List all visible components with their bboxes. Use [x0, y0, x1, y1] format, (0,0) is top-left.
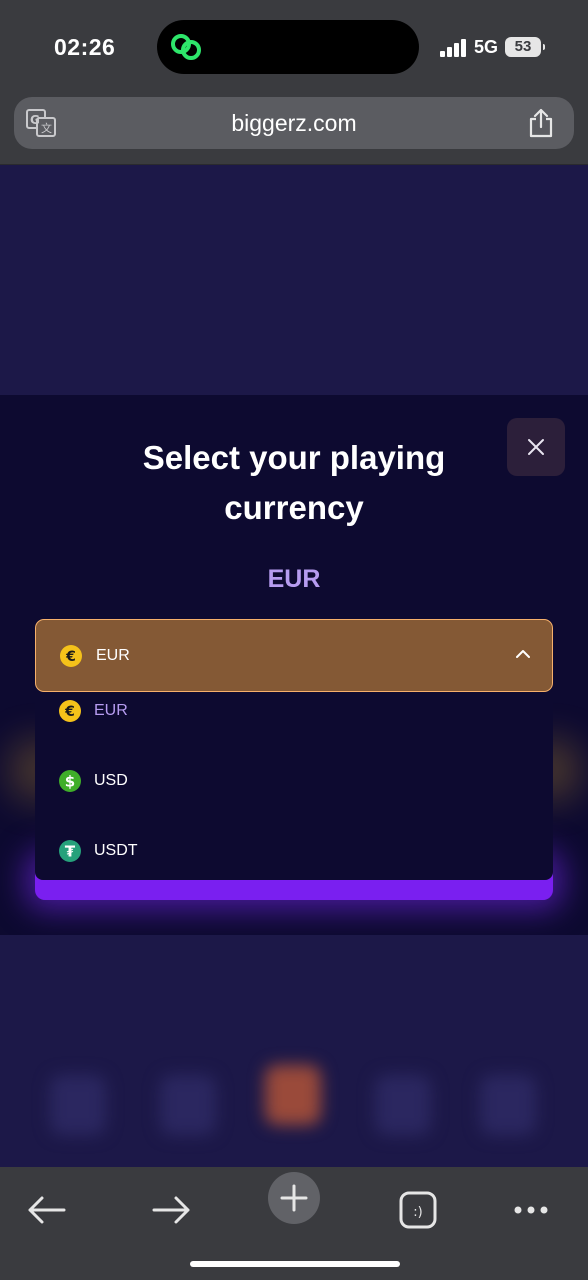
status-bar: 02:26 5G 53	[0, 0, 588, 95]
option-label: USD	[94, 772, 128, 789]
blurred-nav-item	[375, 1075, 431, 1135]
option-usdt[interactable]: ₮ USDT	[35, 826, 553, 880]
svg-text:$: $	[65, 773, 75, 791]
blurred-nav-item	[480, 1075, 536, 1135]
euro-coin-icon: €	[59, 700, 81, 722]
blurred-nav-item	[50, 1075, 106, 1135]
back-arrow-icon[interactable]	[22, 1179, 72, 1239]
plus-icon	[280, 1184, 308, 1212]
browser-address-area: G 文 biggerz.com	[0, 95, 588, 165]
option-eur[interactable]: € EUR	[35, 692, 553, 746]
svg-text::): :)	[413, 1205, 422, 1220]
new-tab-button[interactable]	[268, 1172, 320, 1224]
url-text: biggerz.com	[231, 110, 357, 136]
share-icon[interactable]	[528, 108, 554, 138]
page-backdrop-bottom	[0, 935, 588, 1167]
option-usd[interactable]: $ USD	[35, 756, 553, 816]
address-bar[interactable]: G 文 biggerz.com	[14, 97, 574, 149]
svg-text:₮: ₮	[65, 843, 76, 861]
euro-coin-icon: €	[60, 645, 82, 667]
chevron-up-icon	[516, 650, 530, 658]
currency-options: € EUR $ USD ₮ USDT	[35, 692, 553, 880]
option-label: USDT	[94, 842, 138, 859]
dollar-coin-icon: $	[59, 770, 81, 792]
svg-text:€: €	[65, 649, 76, 665]
tether-coin-icon: ₮	[59, 840, 81, 862]
battery-level: 53	[505, 37, 545, 57]
option-label: EUR	[94, 702, 128, 719]
home-indicator	[190, 1261, 400, 1267]
blurred-nav-item	[160, 1075, 216, 1135]
forward-arrow-icon[interactable]	[146, 1179, 196, 1239]
page-backdrop-top	[0, 165, 588, 395]
more-icon[interactable]	[506, 1179, 556, 1239]
svg-text:€: €	[64, 704, 75, 720]
signal-icon	[440, 39, 468, 57]
modal-title: Select your playing currency	[142, 439, 446, 526]
browser-toolbar: :)	[0, 1167, 588, 1280]
selected-currency-label: EUR	[267, 565, 321, 593]
link-icon	[171, 34, 201, 60]
network-type: 5G	[474, 37, 499, 57]
currency-select[interactable]: € EUR	[35, 619, 553, 692]
currency-select-value: EUR	[96, 647, 130, 664]
tabs-icon[interactable]: :)	[393, 1179, 443, 1239]
blurred-nav-item	[265, 1065, 321, 1125]
status-time: 02:26	[54, 34, 116, 60]
close-icon	[528, 439, 544, 455]
